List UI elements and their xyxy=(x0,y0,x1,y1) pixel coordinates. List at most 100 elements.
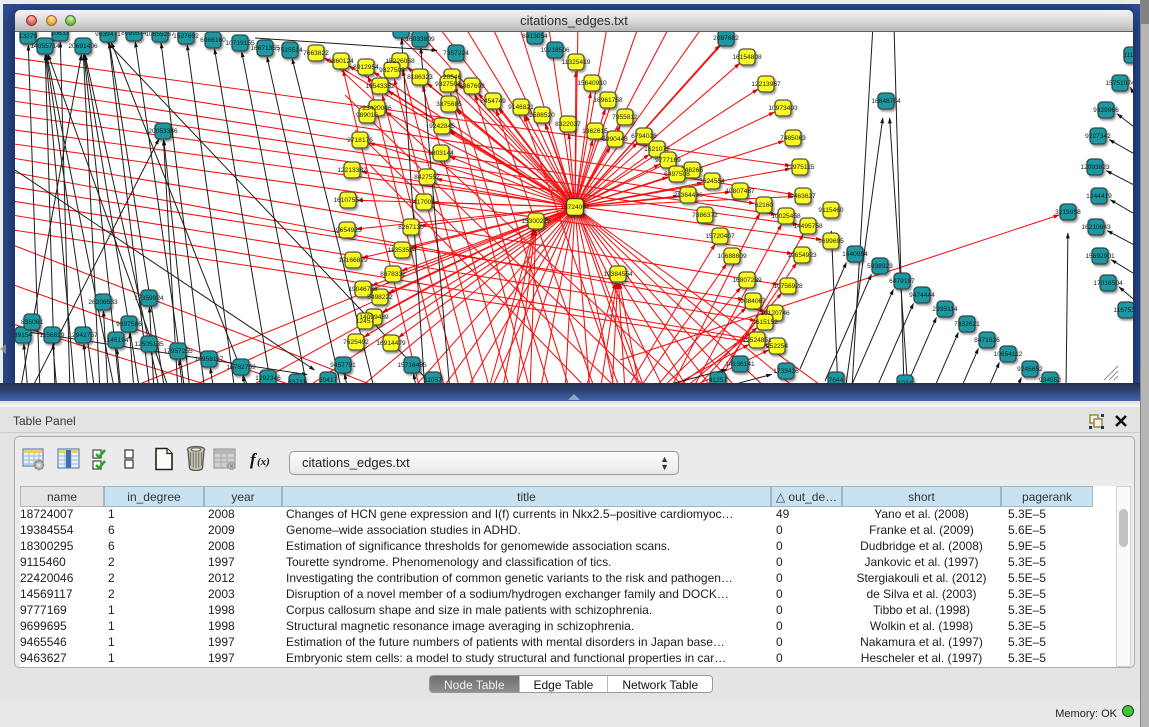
svg-text:3624554: 3624554 xyxy=(699,178,725,185)
svg-text:10973493: 10973493 xyxy=(768,105,798,112)
svg-text:10688609: 10688609 xyxy=(717,253,747,260)
svg-text:9474444: 9474444 xyxy=(909,292,935,299)
svg-text:2087682: 2087682 xyxy=(713,35,739,42)
svg-text:10654112: 10654112 xyxy=(994,351,1023,358)
svg-text:8471626: 8471626 xyxy=(974,337,1000,344)
svg-text:10633: 10633 xyxy=(51,32,70,37)
svg-text:10655267: 10655267 xyxy=(145,32,175,38)
svg-text:19218506: 19218506 xyxy=(540,47,570,54)
svg-text:5938923: 5938923 xyxy=(867,263,893,270)
svg-text:12942757: 12942757 xyxy=(68,332,98,339)
svg-text:15720407: 15720407 xyxy=(705,233,735,240)
svg-text:20546: 20546 xyxy=(443,74,462,81)
svg-text:17359924: 17359924 xyxy=(134,295,164,302)
svg-text:6966160: 6966160 xyxy=(200,37,226,44)
svg-text:6990448: 6990448 xyxy=(602,136,628,143)
svg-text:9115460: 9115460 xyxy=(818,207,844,214)
svg-text:19654925: 19654925 xyxy=(332,227,362,234)
svg-text:20053346: 20053346 xyxy=(148,128,178,135)
svg-text:9245652: 9245652 xyxy=(1017,366,1043,373)
svg-text:20691406: 20691406 xyxy=(68,43,98,50)
svg-text:8454749: 8454749 xyxy=(480,98,506,105)
svg-text:9329966: 9329966 xyxy=(1093,107,1119,114)
svg-text:12213382: 12213382 xyxy=(337,167,367,174)
svg-text:5498222: 5498222 xyxy=(367,294,393,301)
svg-text:7386372: 7386372 xyxy=(692,212,718,219)
svg-text:12213967: 12213967 xyxy=(751,81,781,88)
svg-text:11353594: 11353594 xyxy=(388,247,417,254)
svg-text:1527602: 1527602 xyxy=(173,33,199,40)
svg-text:17957255: 17957255 xyxy=(163,348,193,355)
svg-text:15716485: 15716485 xyxy=(397,362,427,369)
svg-text:9777169: 9777169 xyxy=(655,157,681,164)
svg-text:9242845: 9242845 xyxy=(429,123,455,130)
svg-text:6794028: 6794028 xyxy=(631,133,657,140)
svg-text:2867608: 2867608 xyxy=(459,83,485,90)
svg-text:(x): (x) xyxy=(257,456,270,468)
svg-text:14495758: 14495758 xyxy=(793,223,823,230)
svg-text:1167530: 1167530 xyxy=(1113,307,1133,314)
svg-text:23420046: 23420046 xyxy=(362,105,392,112)
svg-text:1640954: 1640954 xyxy=(842,251,868,258)
svg-text:8912954: 8912954 xyxy=(353,64,379,71)
svg-text:14136141: 14136141 xyxy=(725,361,755,368)
svg-text:9084067: 9084067 xyxy=(740,298,766,305)
svg-text:1588520: 1588520 xyxy=(529,112,555,119)
svg-text:8267130: 8267130 xyxy=(398,224,424,231)
svg-text:252254: 252254 xyxy=(766,343,788,350)
svg-text:2718176: 2718176 xyxy=(347,137,373,144)
svg-text:1362615: 1362615 xyxy=(582,128,608,135)
svg-text:7485063: 7485063 xyxy=(780,135,806,142)
svg-text:10807487: 10807487 xyxy=(725,188,755,195)
svg-text:9699695: 9699695 xyxy=(818,238,844,245)
svg-text:7832621: 7832621 xyxy=(954,321,980,328)
svg-text:13279: 13279 xyxy=(19,33,38,40)
svg-text:15226058: 15226058 xyxy=(385,58,415,65)
svg-text:15640910: 15640910 xyxy=(577,80,607,87)
svg-text:2935114: 2935114 xyxy=(932,306,958,313)
svg-text:18724007: 18724007 xyxy=(560,204,590,211)
svg-text:19384554: 19384554 xyxy=(603,271,633,278)
svg-text:16543382: 16543382 xyxy=(365,83,395,90)
svg-text:8427552: 8427552 xyxy=(414,174,440,181)
svg-text:15300275: 15300275 xyxy=(521,218,551,225)
svg-text:1292346: 1292346 xyxy=(255,375,281,382)
svg-text:12975115: 12975115 xyxy=(786,164,815,171)
svg-text:1145194: 1145194 xyxy=(103,337,129,344)
svg-text:16648764: 16648764 xyxy=(871,98,901,105)
svg-text:8813054: 8813054 xyxy=(522,33,548,40)
svg-text:8878332: 8878332 xyxy=(380,271,406,278)
svg-text:1156829: 1156829 xyxy=(39,332,65,339)
svg-text:8099574: 8099574 xyxy=(121,32,147,37)
svg-text:10756928: 10756928 xyxy=(773,283,803,290)
svg-text:12457: 12457 xyxy=(356,318,375,325)
svg-text:11121: 11121 xyxy=(1123,52,1133,59)
svg-text:6497508: 6497508 xyxy=(664,171,690,178)
svg-text:39154: 39154 xyxy=(15,332,32,339)
svg-text:417006: 417006 xyxy=(413,199,435,206)
svg-text:6479197: 6479197 xyxy=(889,278,915,285)
svg-text:7357224: 7357224 xyxy=(443,50,469,57)
svg-text:9860124: 9860124 xyxy=(328,58,354,65)
svg-text:7955812: 7955812 xyxy=(612,114,638,121)
svg-text:1615152: 1615152 xyxy=(752,319,778,326)
svg-text:10958117: 10958117 xyxy=(195,356,224,363)
svg-text:10025458: 10025458 xyxy=(771,213,801,220)
svg-text:9457791: 9457791 xyxy=(330,362,356,369)
svg-text:1244419: 1244419 xyxy=(1086,193,1112,200)
svg-text:21364436: 21364436 xyxy=(673,192,703,199)
svg-text:9463627: 9463627 xyxy=(790,193,816,200)
svg-text:16033809: 16033809 xyxy=(405,36,435,43)
svg-text:16120746: 16120746 xyxy=(760,310,790,317)
svg-text:2803144: 2803144 xyxy=(428,150,454,157)
svg-text:16210643: 16210643 xyxy=(1081,224,1111,231)
svg-text:7625402: 7625402 xyxy=(343,339,369,346)
svg-text:16807289: 16807289 xyxy=(732,277,762,284)
svg-text:11325419: 11325419 xyxy=(562,59,591,66)
svg-text:989016: 989016 xyxy=(356,112,378,119)
svg-text:14055714: 14055714 xyxy=(30,43,60,50)
svg-text:7515524: 7515524 xyxy=(277,47,303,54)
svg-text:12505135: 12505135 xyxy=(134,341,164,348)
svg-text:3875685: 3875685 xyxy=(436,101,462,108)
svg-text:8186323: 8186323 xyxy=(407,74,433,81)
